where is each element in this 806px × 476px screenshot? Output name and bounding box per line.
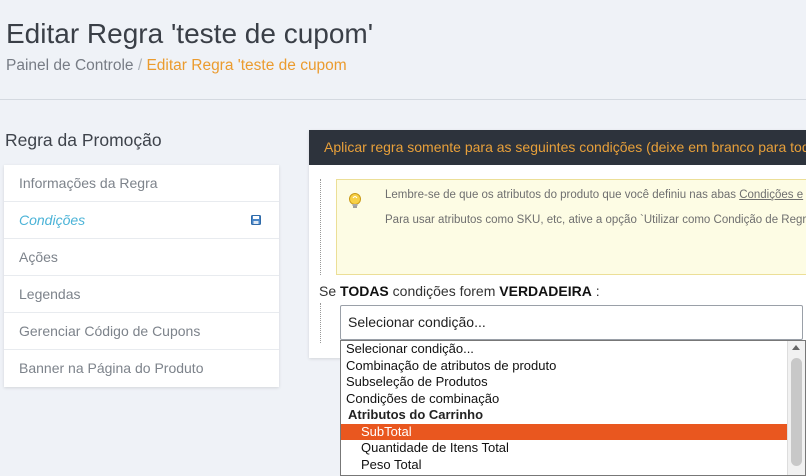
sidebar-item-label: Gerenciar Código de Cupons [19,323,201,339]
sidebar-item-label: Banner na Página do Produto [19,360,204,376]
condition-suffix: : [591,283,600,299]
notice-box: Lembre-se de que os atributos do produto… [336,179,806,275]
notice-link[interactable]: Condições e [739,189,803,201]
dropdown-option[interactable]: Condições de combinação [341,391,805,408]
breadcrumb-separator: / [133,57,147,74]
sidebar-item-label: Legendas [19,286,81,302]
dropdown-option[interactable]: Quantidade de Itens Total [341,440,805,457]
aggregator-selector[interactable]: TODAS [340,283,389,299]
floppy-disk-icon [251,215,261,225]
dropdown-option[interactable]: Subseleção de Produtos [341,374,805,391]
condition-prefix: Se [319,283,341,299]
breadcrumb-current: Editar Regra 'teste de cupom [146,57,347,74]
condition-middle: condições forem [388,283,500,299]
scroll-up-arrow-icon[interactable] [792,345,800,350]
page-header: Editar Regra 'teste de cupom' Painel de … [0,0,806,100]
sidebar-item-acoes[interactable]: Ações [4,239,279,276]
condition-statement: Se TODAS condições forem VERDADEIRA : [319,283,600,299]
page-title: Editar Regra 'teste de cupom' [6,18,374,49]
condition-dropdown-list: Selecionar condição... Combinação de atr… [340,340,806,476]
tree-guide-line [320,179,321,275]
dropdown-option[interactable]: Selecionar condição... [341,341,805,358]
sidebar-item-label: Ações [19,249,58,265]
dropdown-option[interactable]: Peso Total [341,457,805,474]
sidebar-menu: Informações da Regra Condições Ações Leg… [4,165,279,387]
sidebar-title: Regra da Promoção [5,130,162,150]
sidebar-item-banner-produto[interactable]: Banner na Página do Produto [4,350,279,387]
dropdown-optgroup-label: Atributos do Carrinho [348,407,484,422]
panel-header: Aplicar regra somente para as seguintes … [309,130,806,165]
sidebar-item-label: Informações da Regra [19,175,158,191]
sidebar-item-gerenciar-cupons[interactable]: Gerenciar Código de Cupons [4,313,279,350]
dropdown-scrollbar[interactable] [787,341,805,475]
value-selector[interactable]: VERDADEIRA [499,283,592,299]
breadcrumb: Painel de Controle / Editar Regra 'teste… [6,57,347,75]
notice-text-line2: Para usar atributos como SKU, etc, ative… [385,214,806,226]
sidebar-item-informacoes[interactable]: Informações da Regra [4,165,279,202]
notice-text-line1: Lembre-se de que os atributos do produto… [385,189,803,201]
scroll-thumb[interactable] [791,358,802,466]
sidebar-item-condicoes[interactable]: Condições [4,202,279,239]
sidebar-item-label: Condições [19,212,86,228]
new-condition-select[interactable]: Selecionar condição... [340,305,803,340]
lightbulb-icon [349,193,361,208]
dropdown-option-selected[interactable]: SubTotal [341,423,787,440]
dropdown-option[interactable]: Combinação de atributos de produto [341,358,805,375]
sidebar-item-legendas[interactable]: Legendas [4,276,279,313]
notice-text: Lembre-se de que os atributos do produto… [385,189,740,201]
breadcrumb-root-link[interactable]: Painel de Controle [6,57,134,74]
tree-guide-line [320,303,321,343]
